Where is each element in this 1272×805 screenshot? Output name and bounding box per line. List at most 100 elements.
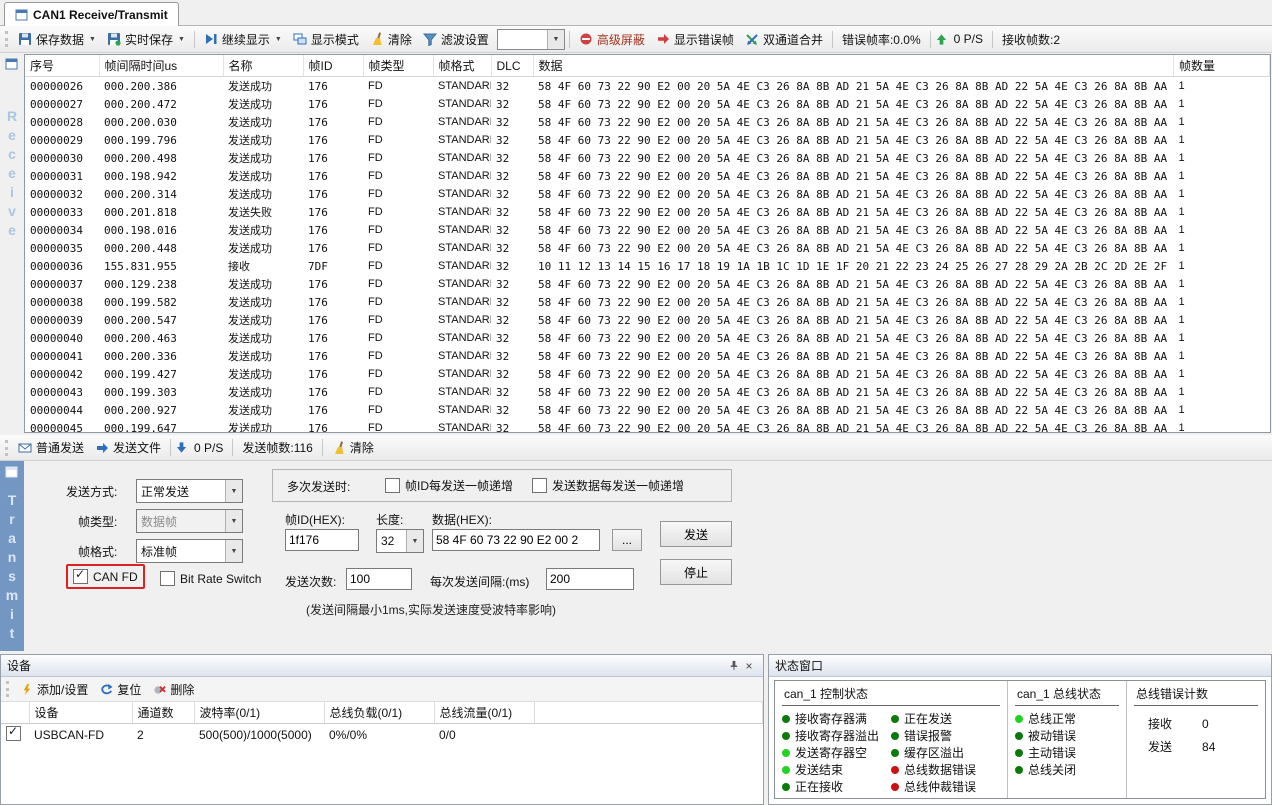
send-interval-input[interactable]	[546, 568, 634, 590]
frame-type-combo[interactable]: 数据帧 ▼	[136, 509, 243, 533]
blue-down-arrow-icon	[175, 441, 188, 454]
reset-button[interactable]: 复位	[95, 679, 146, 700]
receive-row[interactable]: 00000043000.199.303发送成功176FDSTANDARD3258…	[25, 383, 1270, 401]
receive-row[interactable]: 00000041000.200.336发送成功176FDSTANDARD3258…	[25, 347, 1270, 365]
receive-row[interactable]: 00000045000.199.647发送成功176FDSTANDARD3258…	[25, 419, 1270, 433]
receive-row[interactable]: 00000030000.200.498发送成功176FDSTANDARD3258…	[25, 149, 1270, 167]
receive-row[interactable]: 00000026000.200.386发送成功176FDSTANDARD3258…	[25, 77, 1270, 96]
chevron-down-icon[interactable]: ▼	[406, 530, 423, 552]
cell-format: STANDARD	[433, 311, 491, 329]
bit-rate-switch-checkbox[interactable]: Bit Rate Switch	[160, 571, 261, 586]
cell-seq: 00000043	[25, 383, 99, 401]
receive-row[interactable]: 00000039000.200.547发送成功176FDSTANDARD3258…	[25, 311, 1270, 329]
lightning-icon	[20, 683, 33, 696]
receive-side-tab[interactable]: Receive	[0, 53, 24, 435]
data-increase-checkbox[interactable]: 发送数据每发送一帧递增	[532, 477, 684, 494]
receive-row[interactable]: 00000040000.200.463发送成功176FDSTANDARD3258…	[25, 329, 1270, 347]
display-mode-button[interactable]: 显示模式	[288, 29, 364, 50]
continue-display-button[interactable]: 继续显示▼	[199, 29, 287, 50]
status-item: 发送结束	[782, 761, 879, 778]
device-name-cell: USBCAN-FD	[29, 724, 132, 747]
receive-row[interactable]: 00000028000.200.030发送成功176FDSTANDARD3258…	[25, 113, 1270, 131]
receive-row[interactable]: 00000035000.200.448发送成功176FDSTANDARD3258…	[25, 239, 1270, 257]
cell-seq: 00000036	[25, 257, 99, 275]
device-row[interactable]: USBCAN-FD 2 500(500)/1000(5000) 0%/0% 0/…	[1, 724, 763, 747]
can-fd-highlight-box: CAN FD	[66, 564, 145, 589]
cell-count: 1	[1174, 275, 1270, 293]
status-item: 正在接收	[782, 778, 879, 795]
clear-receive-button[interactable]: 清除	[365, 29, 417, 50]
receive-row[interactable]: 00000027000.200.472发送成功176FDSTANDARD3258…	[25, 95, 1270, 113]
receive-row[interactable]: 00000038000.199.582发送成功176FDSTANDARD3258…	[25, 293, 1270, 311]
receive-row[interactable]: 00000042000.199.427发送成功176FDSTANDARD3258…	[25, 365, 1270, 383]
can-fd-checkbox[interactable]: CAN FD	[73, 569, 138, 584]
receive-row[interactable]: 00000036155.831.955接收7DFFDSTANDARD3210 1…	[25, 257, 1270, 275]
receive-row[interactable]: 00000034000.198.016发送成功176FDSTANDARD3258…	[25, 221, 1270, 239]
checkbox-icon[interactable]	[160, 571, 175, 586]
status-label: 发送结束	[795, 761, 843, 778]
stop-button[interactable]: 停止	[660, 559, 732, 585]
cell-format: STANDARD	[433, 365, 491, 383]
cell-name: 发送成功	[223, 167, 303, 185]
chevron-down-icon[interactable]: ▼	[225, 480, 242, 502]
cell-name: 发送成功	[223, 347, 303, 365]
frame-id-input[interactable]	[285, 529, 359, 551]
restore-window-icon[interactable]	[5, 57, 19, 70]
id-increase-checkbox[interactable]: 帧ID每发送一帧递增	[385, 477, 513, 494]
data-more-button[interactable]: ...	[612, 529, 642, 551]
cell-type: FD	[363, 383, 433, 401]
cell-dlc: 32	[491, 365, 533, 383]
cell-count: 1	[1174, 185, 1270, 203]
receive-row[interactable]: 00000032000.200.314发送成功176FDSTANDARD3258…	[25, 185, 1270, 203]
cell-type: FD	[363, 419, 433, 433]
error-count-value: 84	[1202, 740, 1215, 754]
toolbar-grip[interactable]	[6, 681, 9, 697]
checkbox-icon[interactable]	[385, 478, 400, 493]
dual-channel-merge-button[interactable]: 双通道合并	[740, 29, 828, 50]
cell-id: 176	[303, 167, 363, 185]
close-icon[interactable]: ×	[741, 658, 757, 674]
device-checkbox[interactable]	[6, 726, 21, 741]
send-times-input[interactable]	[346, 568, 412, 590]
send-file-button[interactable]: 发送文件	[90, 437, 166, 458]
filter-combo[interactable]: ▼	[497, 29, 565, 50]
frame-format-combo[interactable]: 标准帧 ▼	[136, 539, 243, 563]
receive-row[interactable]: 00000031000.198.942发送成功176FDSTANDARD3258…	[25, 167, 1270, 185]
normal-send-button[interactable]: 普通发送	[13, 437, 89, 458]
tab-can1-receive-transmit[interactable]: CAN1 Receive/Transmit	[4, 2, 179, 26]
add-settings-button[interactable]: 添加/设置	[15, 679, 93, 700]
send-button[interactable]: 发送	[660, 521, 732, 547]
delete-button[interactable]: 删除	[148, 679, 199, 700]
cell-data: 58 4F 60 73 22 90 E2 00 20 5A 4E C3 26 8…	[533, 185, 1174, 203]
col-header-frame-count: 帧数量	[1174, 55, 1270, 77]
chevron-down-icon[interactable]: ▼	[225, 510, 242, 532]
save-data-button[interactable]: 保存数据▼	[13, 29, 101, 50]
chevron-down-icon[interactable]: ▼	[225, 540, 242, 562]
data-hex-input[interactable]	[432, 529, 600, 551]
pin-icon[interactable]	[725, 658, 741, 674]
receive-row[interactable]: 00000037000.129.238发送成功176FDSTANDARD3258…	[25, 275, 1270, 293]
device-table-container: 设备 通道数 波特率(0/1) 总线负载(0/1) 总线流量(0/1) USBC…	[1, 702, 763, 804]
advanced-mask-button[interactable]: 高级屏蔽	[574, 29, 650, 50]
receive-row[interactable]: 00000029000.199.796发送成功176FDSTANDARD3258…	[25, 131, 1270, 149]
checkbox-icon[interactable]	[73, 569, 88, 584]
frame-id-label: 帧ID(HEX):	[285, 511, 345, 528]
receive-row[interactable]: 00000044000.200.927发送成功176FDSTANDARD3258…	[25, 401, 1270, 419]
transmit-side-tab[interactable]: Transmit	[0, 461, 24, 651]
realtime-save-button[interactable]: 实时保存▼	[102, 29, 190, 50]
toolbar-grip[interactable]	[5, 31, 8, 47]
cell-name: 发送成功	[223, 113, 303, 131]
restore-window-icon[interactable]	[5, 465, 19, 478]
receive-row[interactable]: 00000033000.201.818发送失败176FDSTANDARD3258…	[25, 203, 1270, 221]
checkbox-icon[interactable]	[532, 478, 547, 493]
length-combo[interactable]: 32 ▼	[376, 529, 424, 553]
clear-transmit-button[interactable]: 清除	[327, 437, 379, 458]
toolbar-grip[interactable]	[5, 440, 8, 456]
filter-settings-button[interactable]: 滤波设置	[418, 29, 494, 50]
show-error-frame-button[interactable]: 显示错误帧	[651, 29, 739, 50]
cell-format: STANDARD	[433, 167, 491, 185]
chevron-down-icon[interactable]: ▼	[547, 30, 564, 49]
send-mode-combo[interactable]: 正常发送 ▼	[136, 479, 243, 503]
cell-name: 发送成功	[223, 329, 303, 347]
sent-frame-count-text: 发送帧数:116	[237, 437, 317, 458]
